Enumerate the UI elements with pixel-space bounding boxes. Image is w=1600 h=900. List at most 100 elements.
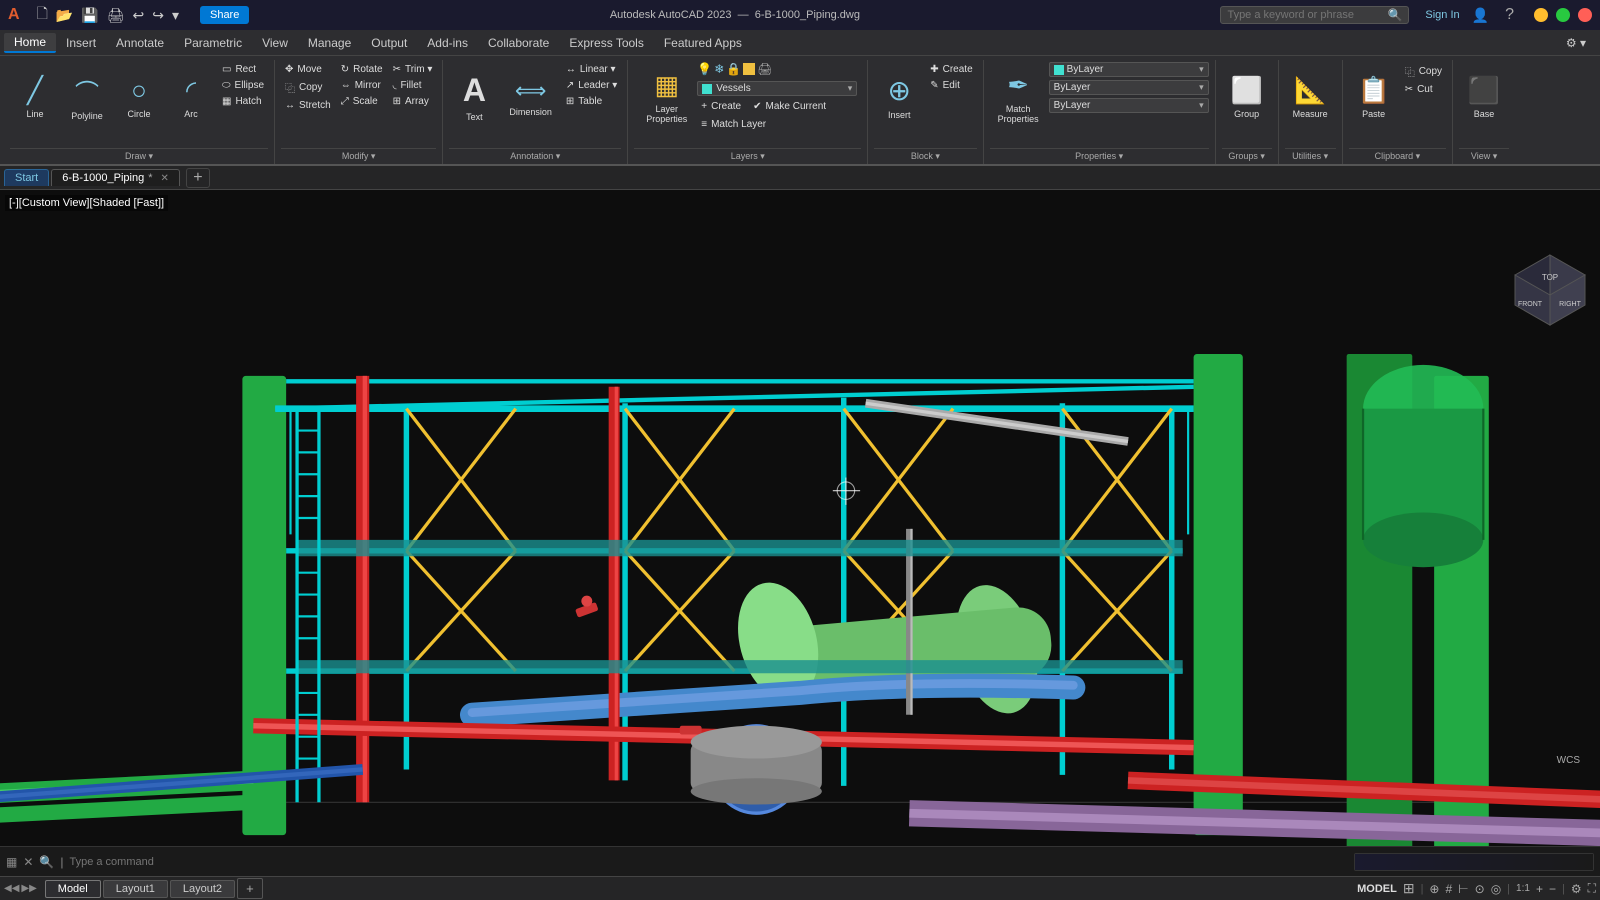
maximize-button[interactable] [1556, 8, 1570, 22]
nav-cube[interactable]: TOP FRONT RIGHT [1510, 250, 1590, 330]
osnap-icon[interactable]: ◎ [1491, 882, 1501, 896]
measure-button[interactable]: 📐 Measure [1285, 62, 1336, 132]
cmdline-search-icon[interactable]: 🔍 [39, 855, 54, 869]
layout-nav-left[interactable]: ◀◀ [4, 883, 19, 894]
add-tab-button[interactable]: + [186, 168, 210, 188]
layer-make-current-button[interactable]: ✔Make Current [749, 99, 830, 114]
bylayer-linetype-dropdown[interactable]: ByLayer ▾ [1049, 80, 1209, 95]
layer-match-button[interactable]: ≡Match Layer [697, 117, 857, 132]
menu-featured[interactable]: Featured Apps [654, 34, 752, 52]
qat-save[interactable]: 💾 [78, 6, 101, 25]
workspace-icon[interactable]: ⚙ [1571, 882, 1582, 896]
signin-label[interactable]: Sign In [1425, 9, 1459, 21]
close-tab-button[interactable]: ✕ [160, 173, 168, 184]
layer-dropdown[interactable]: Vessels ▾ [697, 81, 857, 96]
modify-rotate-button[interactable]: ↻Rotate [337, 62, 387, 77]
draw-arc-button[interactable]: ◜ Arc [166, 62, 216, 132]
properties-col: ByLayer ▾ ByLayer ▾ ByLayer ▾ [1049, 62, 1209, 113]
group-button[interactable]: ⬜ Group [1222, 62, 1272, 132]
layout-tabs-bar: ◀◀ ▶▶ Model Layout1 Layout2 + MODEL ⊞ | … [0, 876, 1600, 900]
app-logo: A [8, 6, 20, 24]
help-icon[interactable]: ? [1505, 6, 1514, 24]
clipboard-copy-label: Copy [1419, 66, 1442, 77]
clipboard-cut-button[interactable]: ✂Cut [1401, 82, 1446, 97]
paste-button[interactable]: 📋 Paste [1349, 62, 1399, 132]
match-properties-button[interactable]: ✒ MatchProperties [990, 62, 1047, 132]
fullscreen-icon[interactable]: ⛶ [1588, 881, 1596, 896]
annotation-linear-button[interactable]: ↔Linear ▾ [562, 62, 621, 77]
annotation-text-button[interactable]: A Text [449, 62, 499, 132]
bylayer-color-dropdown[interactable]: ByLayer ▾ [1049, 62, 1209, 77]
menu-addins[interactable]: Add-ins [417, 34, 478, 52]
view-base-button[interactable]: ⬛ Base [1459, 62, 1509, 132]
layout1-tab[interactable]: Layout1 [103, 880, 168, 898]
grid-view-icon[interactable]: ⊞ [1403, 880, 1415, 897]
qat-redo[interactable]: ↪ [149, 6, 167, 25]
block-edit-button[interactable]: ✎Edit [926, 78, 976, 93]
annotation-dim-button[interactable]: ⟺ Dimension [501, 62, 560, 132]
draw-hatch-button[interactable]: ▦Hatch [218, 94, 268, 109]
draw-line-button[interactable]: ╱ Line [10, 62, 60, 132]
view-items: ⬛ Base [1459, 62, 1509, 146]
layout2-tab[interactable]: Layout2 [170, 880, 235, 898]
layer-create-button[interactable]: +Create [697, 99, 745, 114]
modify-mirror-button[interactable]: ⇔Mirror [337, 78, 387, 93]
draw-circle-button[interactable]: ○ Circle [114, 62, 164, 132]
draw-rect-button[interactable]: ▭Rect [218, 62, 268, 77]
layout-nav-right[interactable]: ▶▶ [21, 883, 36, 894]
qat-dropdown[interactable]: ▾ [169, 6, 182, 25]
block-insert-button[interactable]: ⊕ Insert [874, 62, 924, 132]
ortho-icon[interactable]: ⊢ [1458, 882, 1468, 896]
menu-collaborate[interactable]: Collaborate [478, 34, 559, 52]
close-button[interactable] [1578, 8, 1592, 22]
start-tab[interactable]: Start [4, 169, 49, 186]
block-create-button[interactable]: ✚Create [926, 62, 976, 77]
menu-express[interactable]: Express Tools [559, 34, 653, 52]
modify-fillet-button[interactable]: ◟Fillet [389, 78, 437, 93]
annotation-leader-button[interactable]: ↗Leader ▾ [562, 78, 621, 93]
modify-move-button[interactable]: ✥Move [281, 62, 335, 77]
qat-undo[interactable]: ↩ [129, 6, 147, 25]
modify-copy-button[interactable]: ⿻Copy [281, 78, 335, 97]
piping-view: TOP FRONT RIGHT WCS [-][Custom View][Sha… [0, 190, 1600, 846]
menu-annotate[interactable]: Annotate [106, 34, 174, 52]
menu-insert[interactable]: Insert [56, 34, 106, 52]
grid-icon[interactable]: # [1445, 882, 1452, 896]
draw-polyline-button[interactable]: ⌒ Polyline [62, 62, 112, 132]
layer-properties-icon: ▦ [654, 70, 679, 101]
annotation-scale[interactable]: 1:1 [1516, 883, 1530, 894]
model-tab[interactable]: Model [45, 880, 101, 898]
menu-manage[interactable]: Manage [298, 34, 361, 52]
share-button[interactable]: Share [200, 6, 249, 24]
modify-scale-button[interactable]: ⤢Scale [337, 94, 387, 109]
qat-open[interactable]: 📂 [53, 6, 76, 25]
modify-array-button[interactable]: ⊞Array [389, 94, 437, 109]
menu-home[interactable]: Home [4, 33, 56, 53]
zoom-in-icon[interactable]: + [1536, 882, 1543, 896]
modify-stretch-button[interactable]: ↔Stretch [281, 98, 335, 113]
draw-ellipse-button[interactable]: ⬭Ellipse [218, 78, 268, 93]
menu-view[interactable]: View [252, 34, 298, 52]
modify-trim-button[interactable]: ✂Trim ▾ [389, 62, 437, 77]
polar-icon[interactable]: ⊙ [1475, 882, 1485, 896]
minimize-button[interactable] [1534, 8, 1548, 22]
qat-new[interactable]: 🗋 [34, 2, 51, 28]
qat-print[interactable]: 🖨 [104, 6, 128, 25]
viewport[interactable]: TOP FRONT RIGHT WCS [-][Custom View][Sha… [0, 190, 1600, 846]
menu-parametric[interactable]: Parametric [174, 34, 252, 52]
menu-output[interactable]: Output [361, 34, 417, 52]
menu-workspace-selector[interactable]: ⚙ ▾ [1556, 34, 1596, 52]
layer-properties-button[interactable]: ▦ LayerProperties [638, 62, 695, 132]
active-file-tab[interactable]: 6-B-1000_Piping * ✕ [51, 169, 180, 186]
zoom-out-icon[interactable]: − [1549, 882, 1556, 896]
snap-icon[interactable]: ⊕ [1429, 882, 1439, 896]
add-layout-button[interactable]: + [237, 878, 263, 899]
bylayer-lineweight-dropdown[interactable]: ByLayer ▾ [1049, 98, 1209, 113]
layout-nav-buttons: ◀◀ ▶▶ [4, 883, 37, 894]
command-input[interactable] [69, 856, 1348, 868]
search-input[interactable] [1227, 9, 1387, 21]
match-properties-icon: ✒ [1007, 70, 1029, 101]
cmdline-cancel-icon[interactable]: ✕ [23, 855, 33, 869]
annotation-table-button[interactable]: ⊞Table [562, 94, 621, 109]
clipboard-copy-button[interactable]: ⿻Copy [1401, 62, 1446, 81]
